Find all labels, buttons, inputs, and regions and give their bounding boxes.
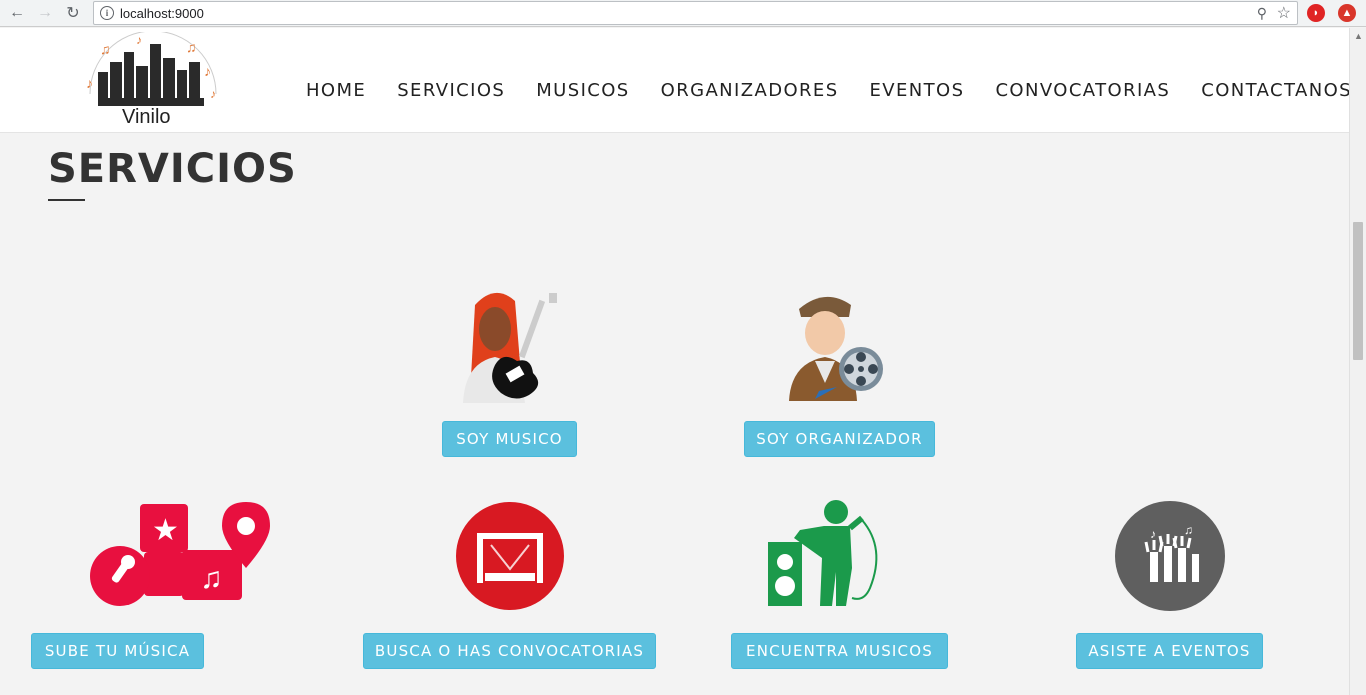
asiste-eventos-button[interactable]: ASISTE A EVENTOS — [1076, 633, 1263, 669]
nav-organizadores[interactable]: ORGANIZADORES — [661, 80, 839, 101]
svg-text:♫: ♫ — [200, 562, 223, 595]
nav-home[interactable]: HOME — [306, 80, 366, 101]
logo-text: Vinilo — [122, 106, 171, 128]
scroll-up-icon[interactable]: ▲ — [1354, 31, 1363, 41]
svg-text:♫: ♫ — [100, 41, 111, 57]
concert-crowd-icon: ♪ ♫ — [1114, 500, 1226, 612]
info-icon[interactable]: i — [100, 6, 114, 20]
nav-contactanos[interactable]: CONTACTANOS — [1201, 80, 1352, 101]
svg-text:♫: ♫ — [1184, 523, 1193, 537]
organizer-film-icon — [785, 287, 885, 401]
sube-tu-musica-button[interactable]: SUBE TU MÚSICA — [31, 633, 204, 669]
music-puzzle-icon: ★ ♫ — [88, 500, 272, 612]
extension-upload-icon[interactable]: ▲ — [1338, 4, 1356, 22]
url-text[interactable]: localhost:9000 — [120, 6, 204, 21]
soy-organizador-button[interactable]: SOY ORGANIZADOR — [744, 421, 935, 457]
svg-text:♪: ♪ — [210, 87, 216, 101]
soy-musico-button[interactable]: SOY MUSICO — [442, 421, 577, 457]
nav-eventos[interactable]: EVENTOS — [870, 80, 965, 101]
zoom-icon[interactable]: ⚲ — [1257, 5, 1267, 22]
svg-text:♪: ♪ — [86, 75, 93, 91]
browser-toolbar: ← → ↻ i localhost:9000 ⚲ ☆ ◗ ▲ — [0, 0, 1366, 27]
nav-servicios[interactable]: SERVICIOS — [397, 80, 505, 101]
svg-text:★: ★ — [152, 514, 179, 547]
singer-icon — [766, 498, 890, 610]
back-icon[interactable]: ← — [7, 3, 27, 23]
svg-text:♫: ♫ — [186, 39, 197, 55]
svg-text:♪: ♪ — [136, 33, 142, 47]
musician-guitar-icon — [455, 285, 565, 403]
section-title: SERVICIOS — [48, 146, 297, 192]
encuentra-musicos-button[interactable]: ENCUENTRA MUSICOS — [731, 633, 948, 669]
bookmark-star-icon[interactable]: ☆ — [1277, 3, 1291, 23]
reload-icon[interactable]: ↻ — [63, 3, 83, 23]
extension-shield-icon[interactable]: ◗ — [1307, 4, 1325, 22]
nav-convocatorias[interactable]: CONVOCATORIAS — [995, 80, 1170, 101]
forward-icon[interactable]: → — [35, 3, 55, 23]
page-scrollbar[interactable]: ▲ — [1349, 28, 1366, 695]
stage-icon — [455, 501, 565, 611]
svg-text:♪: ♪ — [1150, 527, 1156, 541]
site-header: ♪ ♫ ♪ ♫ ♪ ♪ Vinilo HOME SERVICIOS MUSICO… — [0, 28, 1352, 133]
address-bar[interactable]: i localhost:9000 ⚲ ☆ — [93, 1, 1298, 25]
nav-musicos[interactable]: MUSICOS — [536, 80, 629, 101]
title-underline — [48, 199, 85, 201]
main-nav: HOME SERVICIOS MUSICOS ORGANIZADORES EVE… — [306, 80, 1352, 101]
busca-convocatorias-button[interactable]: BUSCA O HAS CONVOCATORIAS — [363, 633, 656, 669]
scroll-thumb[interactable] — [1353, 222, 1363, 360]
svg-text:♪: ♪ — [204, 63, 211, 79]
